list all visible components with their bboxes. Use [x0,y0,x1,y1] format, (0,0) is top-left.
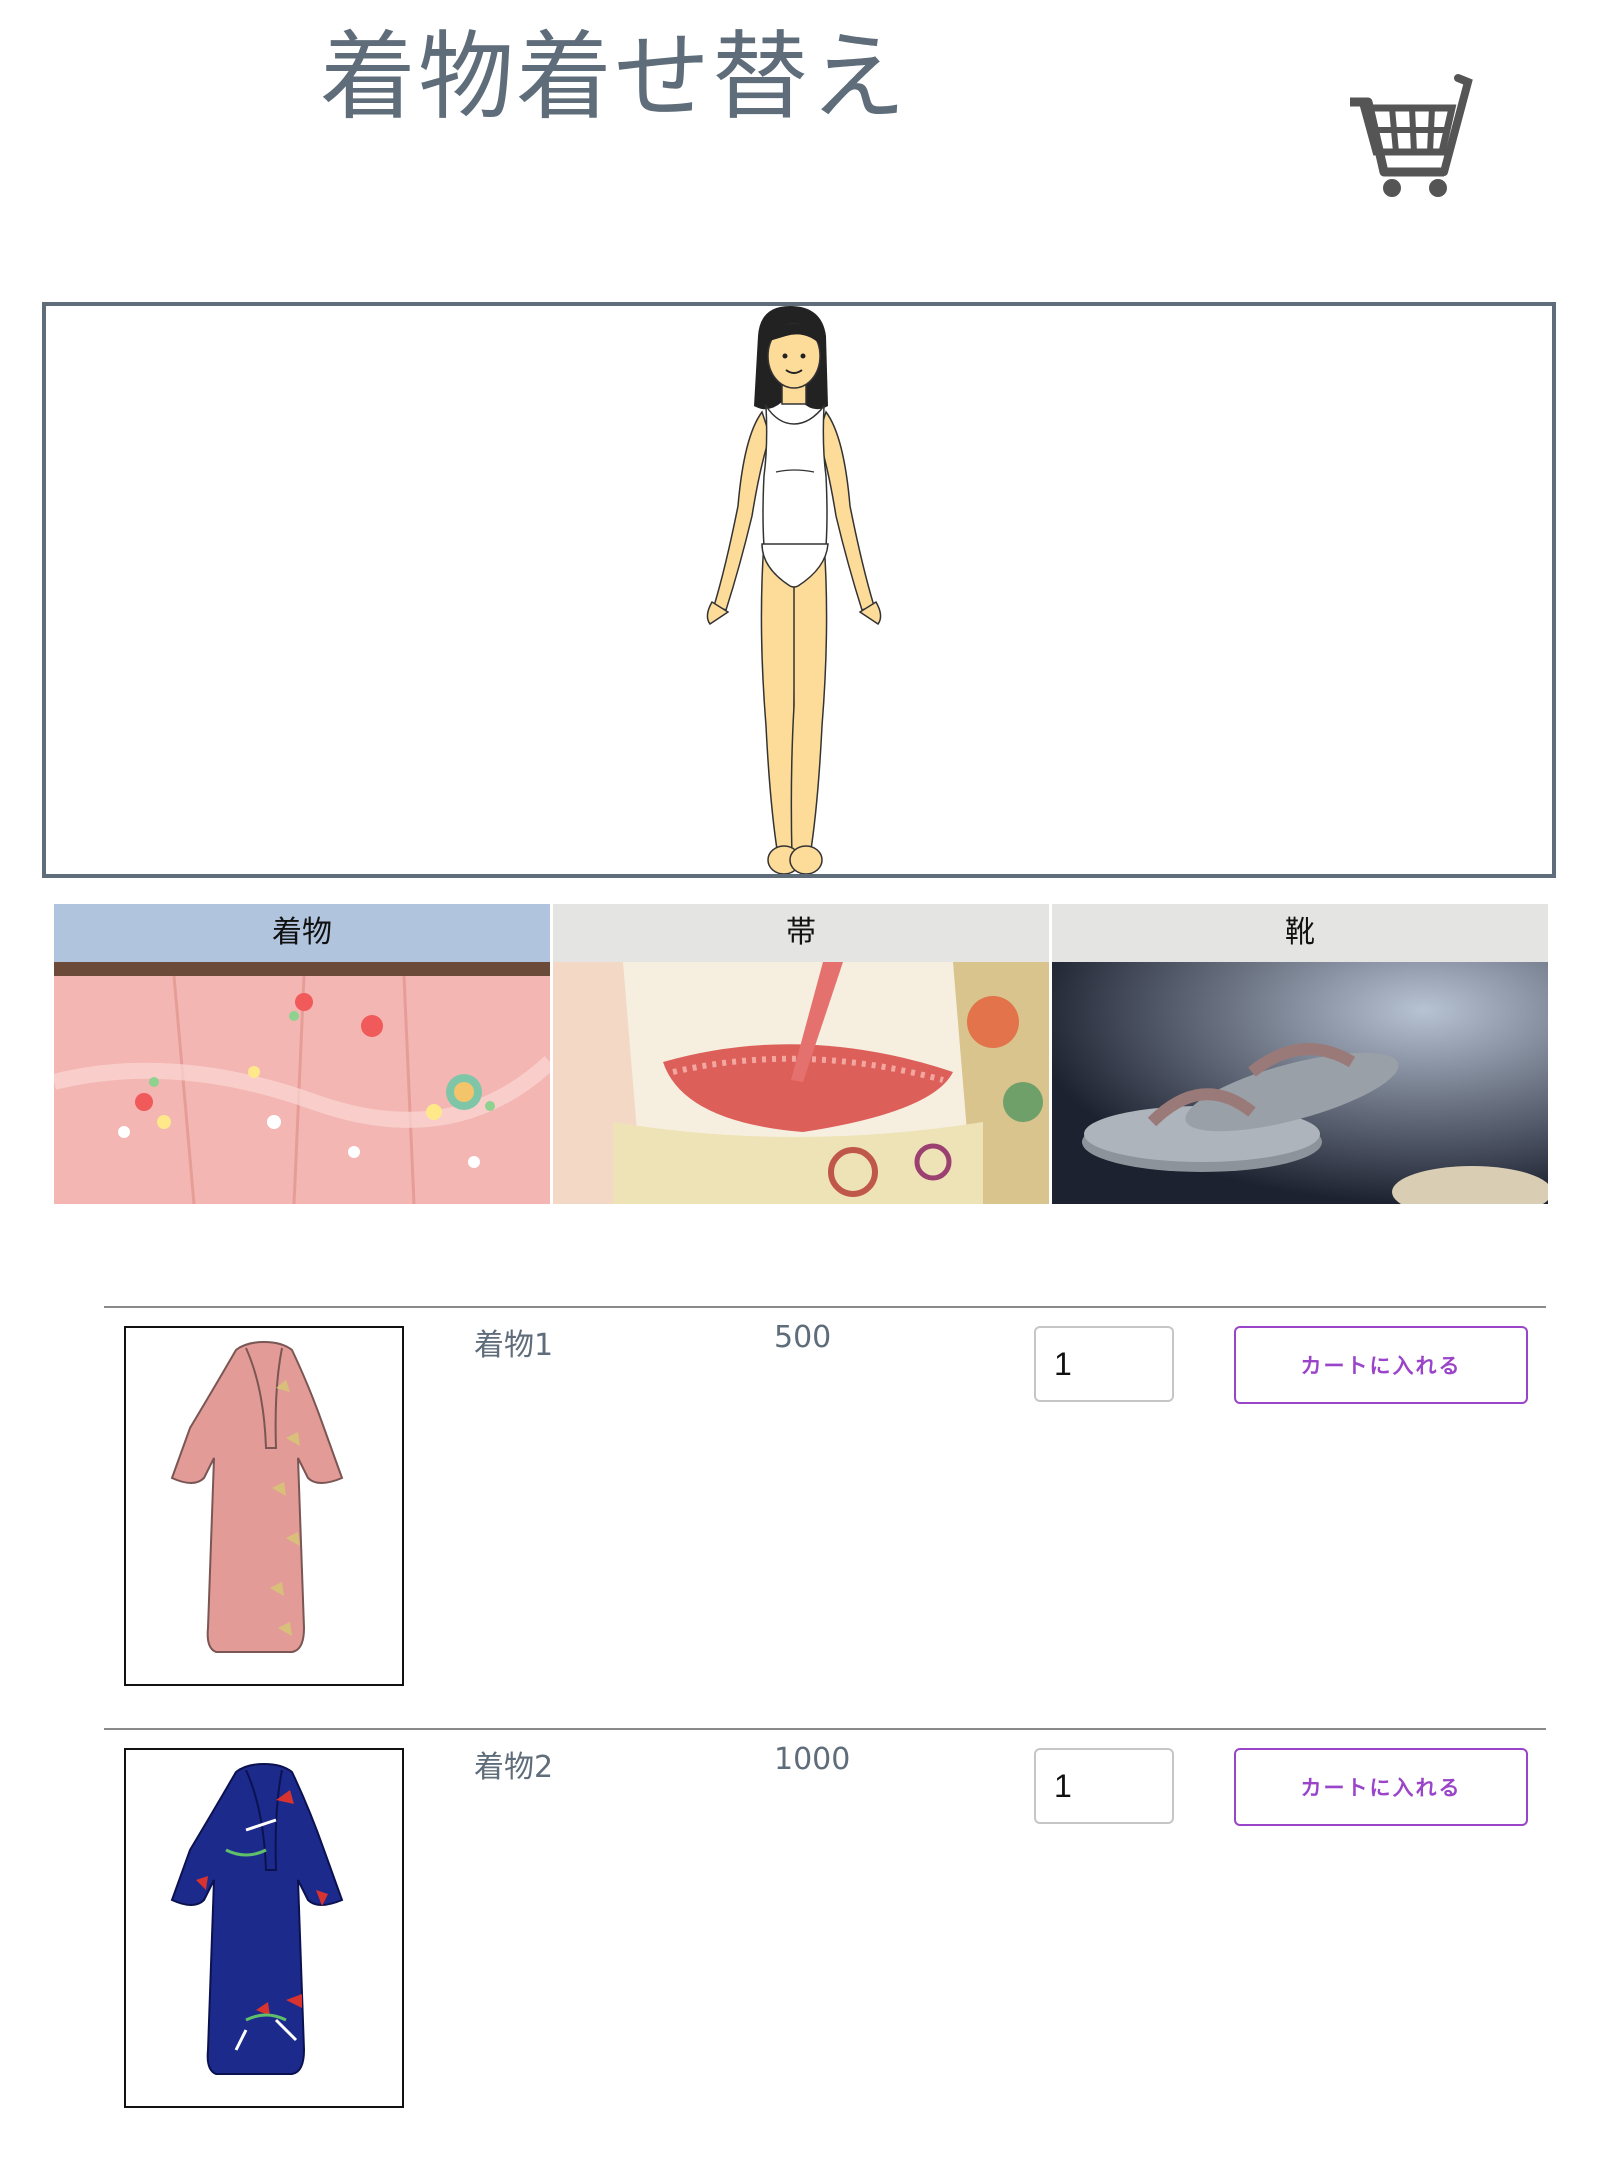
tab-label: 靴 [1052,904,1548,962]
quantity-input[interactable] [1034,1748,1174,1824]
tab-obi[interactable]: 帯 [553,904,1049,1204]
tab-kimono[interactable]: 着物 [54,904,550,1204]
divider [104,1728,1546,1730]
tab-shoes[interactable]: 靴 [1052,904,1548,1204]
product-thumbnail[interactable] [124,1748,404,2108]
product-thumbnail[interactable] [124,1326,404,1686]
avatar-stage [42,302,1556,878]
product-price: 500 [774,1320,832,1355]
obi-category-image [553,962,1049,1204]
mannequin-figure [706,306,882,874]
product-name: 着物1 [474,1328,554,1363]
tab-label: 帯 [553,904,1049,962]
add-to-cart-button[interactable]: カートに入れる [1234,1748,1528,1826]
quantity-input[interactable] [1034,1326,1174,1402]
divider [104,1306,1546,1308]
shoes-category-image [1052,962,1548,1204]
category-tabs: 着物 帯 靴 [54,904,1548,1204]
add-to-cart-button[interactable]: カートに入れる [1234,1326,1528,1404]
shopping-cart-icon[interactable] [1340,72,1480,202]
tab-label: 着物 [54,904,550,962]
product-price: 1000 [774,1742,851,1777]
page-title: 着物着せ替え [320,21,908,133]
kimono-category-image [54,962,550,1204]
product-name: 着物2 [474,1750,554,1785]
